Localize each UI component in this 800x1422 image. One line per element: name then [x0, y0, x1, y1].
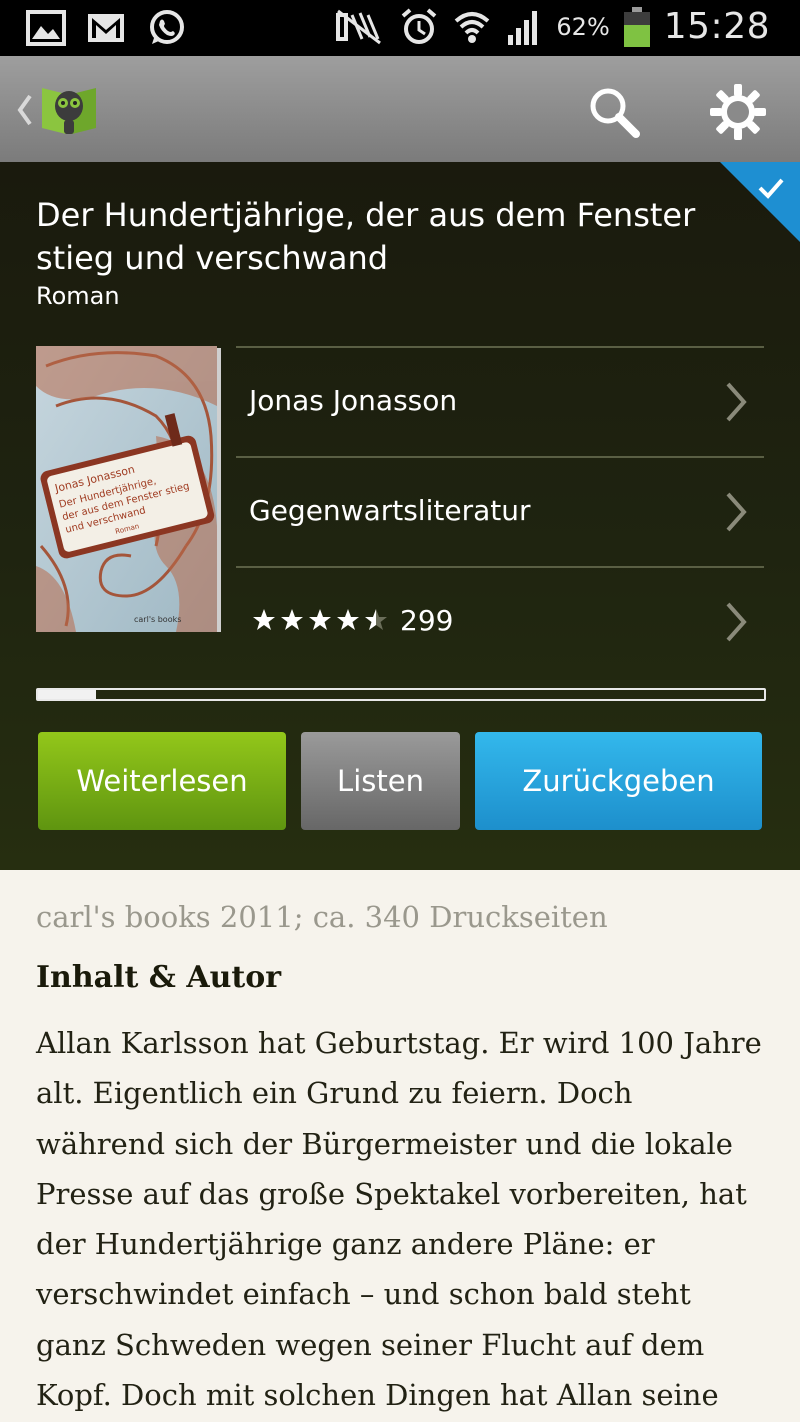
- chevron-right-icon: [726, 602, 747, 642]
- book-header: Der Hundertjährige, der aus dem Fenster …: [0, 162, 800, 870]
- signal-icon: [508, 10, 538, 45]
- book-title: Der Hundertjährige, der aus dem Fenster …: [36, 196, 696, 277]
- author-label: Jonas Jonasson: [249, 384, 458, 417]
- whatsapp-icon: [150, 10, 184, 44]
- author-row[interactable]: Jonas Jonasson: [236, 346, 764, 456]
- book-cover[interactable]: Jonas Jonasson Der Hundertjährige, der a…: [36, 346, 221, 632]
- notification-icons: [26, 8, 186, 48]
- cover-publisher: carl's books: [134, 615, 181, 624]
- app-logo-icon[interactable]: [40, 80, 98, 140]
- description-line: Kopf. Doch mit solchen Dingen hat Allan …: [36, 1378, 719, 1413]
- star-full-icon: [309, 609, 331, 630]
- gmail-icon: [88, 14, 124, 42]
- description-line: während sich der Bürgermeister und die l…: [36, 1126, 733, 1161]
- star-full-icon: [281, 609, 303, 630]
- reading-progress-fill: [38, 690, 97, 699]
- clock: 15:28: [663, 6, 770, 47]
- system-icons: 62% 15:28: [332, 6, 770, 47]
- star-full-icon: [253, 609, 275, 630]
- chevron-right-icon: [726, 382, 747, 422]
- reading-progress-bar: [36, 688, 766, 701]
- chevron-right-icon: [726, 492, 747, 532]
- description-line: alt. Eigentlich ein Grund zu feiern. Doc…: [36, 1076, 633, 1111]
- downloaded-check-badge: [720, 162, 800, 242]
- section-title: Inhalt & Autor: [36, 960, 282, 995]
- back-chevron-icon[interactable]: [12, 82, 36, 138]
- nfc-icon: [336, 9, 382, 44]
- description-line: der Hundertjährige ganz andere Pläne: er: [36, 1227, 655, 1262]
- status-bar: 62% 15:28: [0, 0, 800, 56]
- description-line: Allan Karlsson hat Geburtstag. Er wird 1…: [36, 1026, 762, 1060]
- description-line: Presse auf das große Spektakel vorbereit…: [36, 1176, 747, 1211]
- wifi-icon: [455, 11, 490, 43]
- settings-icon[interactable]: [708, 82, 768, 142]
- continue-reading-button[interactable]: Weiterlesen: [38, 732, 286, 830]
- alarm-icon: [402, 7, 437, 44]
- lists-button[interactable]: Listen: [301, 732, 460, 830]
- rating-stars: [252, 608, 388, 632]
- battery-percent: 62%: [556, 12, 610, 41]
- return-book-button[interactable]: Zurückgeben: [475, 732, 762, 830]
- category-row[interactable]: Gegenwartsliteratur: [236, 456, 764, 566]
- star-full-icon: [337, 609, 359, 630]
- search-icon[interactable]: [584, 82, 644, 142]
- battery-icon: [623, 6, 650, 47]
- action-bar: [0, 56, 800, 162]
- publication-meta: carl's books 2011; ca. 340 Druckseiten: [36, 900, 608, 934]
- description-line: verschwindet einfach – und schon bald st…: [36, 1277, 691, 1312]
- rating-row[interactable]: 299: [236, 566, 764, 676]
- book-description: Allan Karlsson hat Geburtstag. Er wird 1…: [36, 1018, 766, 1420]
- book-info-rows: Jonas Jonasson Gegenwartsliteratur 299: [236, 346, 764, 676]
- book-subtitle: Roman: [36, 282, 120, 310]
- description-line: ganz Schweden wegen seiner Flucht auf de…: [36, 1327, 705, 1362]
- category-label: Gegenwartsliteratur: [249, 494, 531, 527]
- star-half-icon: [365, 609, 387, 630]
- gallery-icon: [26, 10, 66, 46]
- rating-count: 299: [400, 604, 454, 637]
